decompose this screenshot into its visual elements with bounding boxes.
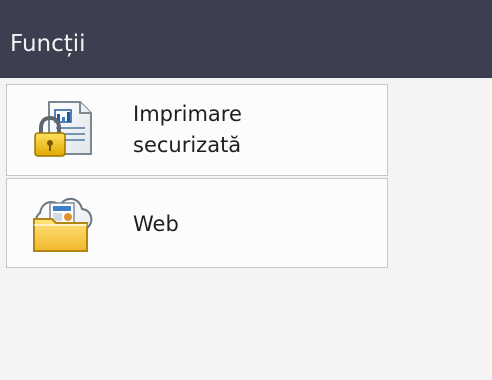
title-bar: Funcții [0,0,492,78]
web-folder-icon [33,197,93,252]
secure-print-icon [34,101,92,157]
secure-print-label-line-1: Imprimare [133,102,242,126]
web-menu-item[interactable]: Web [6,178,388,268]
web-label: Web [133,212,179,236]
device-screen: Funcții Imprimare securizată Web [0,0,492,380]
secure-print-menu-item[interactable]: Imprimare securizată [6,84,388,176]
secure-print-label: Imprimare securizată [133,99,242,161]
page-title: Funcții [10,31,86,57]
secure-print-label-line-2: securizată [133,133,242,157]
